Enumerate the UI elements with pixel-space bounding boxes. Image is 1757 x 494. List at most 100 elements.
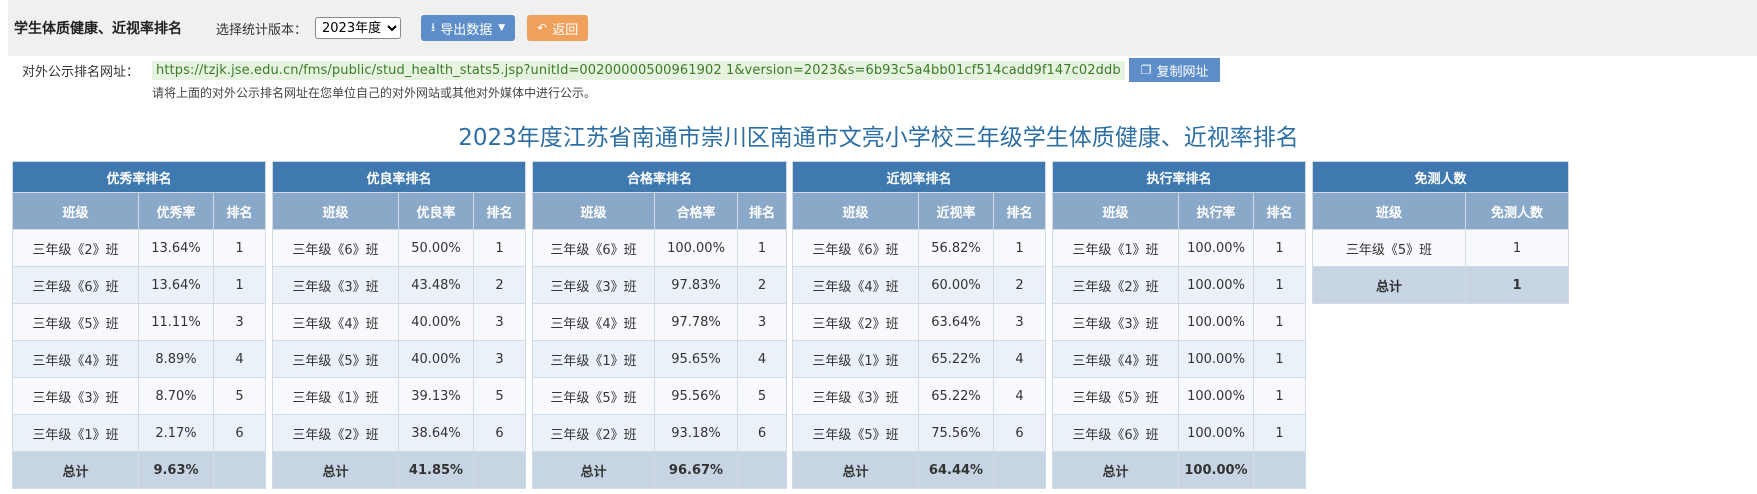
table-row: 三年级《2》班 63.64% 3	[792, 303, 1047, 341]
table-cell: 1	[212, 229, 267, 267]
export-data-label: 导出数据	[440, 22, 493, 38]
public-url-row: 对外公示排名网址： https://tzjk.jse.edu.cn/fms/pu…	[22, 58, 1221, 82]
total-cell: 100.00%	[1178, 451, 1254, 489]
column-header: 班级	[792, 192, 919, 230]
table-cell: 3	[472, 303, 527, 341]
table-cell: 三年级《6》班	[792, 229, 919, 267]
table-cell: 三年级《5》班	[272, 340, 399, 378]
column-header: 合格率	[654, 192, 738, 230]
table-cell: 56.82%	[918, 229, 994, 267]
table-cell: 1	[1252, 377, 1307, 415]
table-row: 三年级《2》班 100.00% 1	[1052, 266, 1307, 304]
table-cell: 三年级《5》班	[532, 377, 655, 415]
table-row: 三年级《3》班 100.00% 1	[1052, 303, 1307, 341]
table-row: 三年级《5》班 75.56% 6	[792, 414, 1047, 452]
column-header: 班级	[272, 192, 399, 230]
table-cell: 100.00%	[1178, 229, 1254, 267]
total-row: 总计 9.63%	[12, 451, 267, 489]
table-cell: 4	[992, 340, 1047, 378]
table-cell: 13.64%	[138, 229, 214, 267]
table-cell: 6	[472, 414, 527, 452]
version-select[interactable]: 2023年度	[315, 17, 402, 39]
table-cell: 3	[212, 303, 267, 341]
table-row: 三年级《3》班 43.48% 2	[272, 266, 527, 304]
table-cell: 93.18%	[654, 414, 738, 452]
total-row: 总计 96.67%	[532, 451, 788, 489]
table-cell: 100.00%	[1178, 377, 1254, 415]
table-row: 三年级《5》班 100.00% 1	[1052, 377, 1307, 415]
table-cell: 三年级《1》班	[1052, 229, 1179, 267]
public-url-hint: 请将上面的对外公示排名网址在您单位自己的对外网站或其他对外媒体中进行公示。	[152, 86, 597, 100]
table-cell: 40.00%	[398, 303, 474, 341]
table-row: 三年级《1》班 39.13% 5	[272, 377, 527, 415]
copy-url-label: 复制网址	[1156, 64, 1209, 80]
column-header: 排名	[472, 192, 527, 230]
table-cell: 1	[1252, 340, 1307, 378]
table-cell: 2	[736, 266, 788, 304]
table-row: 三年级《2》班 93.18% 6	[532, 414, 788, 452]
table-cell: 65.22%	[918, 340, 994, 378]
table-cell: 1	[1252, 229, 1307, 267]
table-cell: 100.00%	[1178, 266, 1254, 304]
table-cell: 100.00%	[654, 229, 738, 267]
total-cell: 总计	[1052, 451, 1179, 489]
table-cell: 100.00%	[1178, 303, 1254, 341]
table-cell: 三年级《1》班	[12, 414, 139, 452]
total-cell	[1252, 451, 1307, 489]
ranking-table: 优秀率排名 班级 优秀率 排名 三年级《2》班 13.64% 1 三年级《6》班 13.64% 1…	[11, 161, 267, 489]
table-cell: 1	[472, 229, 527, 267]
table-cell: 4	[992, 377, 1047, 415]
table-row: 三年级《1》班 100.00% 1	[1052, 229, 1307, 267]
table-row: 三年级《1》班 2.17% 6	[12, 414, 267, 452]
column-header: 近视率	[918, 192, 994, 230]
column-header: 优秀率	[138, 192, 214, 230]
public-url-text[interactable]: https://tzjk.jse.edu.cn/fms/public/stud_…	[152, 60, 1125, 80]
back-label: 返回	[552, 22, 579, 38]
column-header: 排名	[992, 192, 1047, 230]
table-cell: 1	[992, 229, 1047, 267]
total-cell: 9.63%	[138, 451, 214, 489]
table-cell: 三年级《3》班	[1052, 303, 1179, 341]
back-button[interactable]: ↶ 返回	[527, 15, 589, 41]
table-cell: 三年级《2》班	[12, 229, 139, 267]
total-cell	[736, 451, 788, 489]
table-row: 三年级《2》班 38.64% 6	[272, 414, 527, 452]
table-cell: 65.22%	[918, 377, 994, 415]
table-row: 三年级《3》班 8.70% 5	[12, 377, 267, 415]
total-cell: 总计	[532, 451, 655, 489]
copy-url-button[interactable]: ❐ 复制网址	[1128, 58, 1221, 82]
table-row: 三年级《4》班 97.78% 3	[532, 303, 788, 341]
table-cell: 43.48%	[398, 266, 474, 304]
table-cell: 三年级《6》班	[532, 229, 655, 267]
table-cell: 三年级《5》班	[1312, 229, 1466, 267]
table-cell: 2	[992, 266, 1047, 304]
caret-down-icon: ▼	[498, 23, 506, 33]
column-header: 优良率	[398, 192, 474, 230]
table-cell: 三年级《6》班	[1052, 414, 1179, 452]
table-row: 三年级《4》班 100.00% 1	[1052, 340, 1307, 378]
table-cell: 三年级《2》班	[1052, 266, 1179, 304]
table-row: 三年级《4》班 8.89% 4	[12, 340, 267, 378]
table-cell: 1	[1464, 229, 1570, 267]
table-cell: 三年级《5》班	[12, 303, 139, 341]
column-header: 执行率	[1178, 192, 1254, 230]
export-data-button[interactable]: ⭳ 导出数据 ▼	[421, 15, 516, 41]
table-cell: 三年级《1》班	[792, 340, 919, 378]
table-cell: 3	[992, 303, 1047, 341]
column-header: 班级	[1052, 192, 1179, 230]
total-cell: 总计	[12, 451, 139, 489]
column-header: 班级	[1312, 192, 1466, 230]
table-cell: 97.83%	[654, 266, 738, 304]
table-cell: 1	[212, 266, 267, 304]
version-label: 选择统计版本：	[216, 22, 308, 38]
table-cell: 三年级《1》班	[532, 340, 655, 378]
column-header: 排名	[212, 192, 267, 230]
table-cell: 三年级《4》班	[792, 266, 919, 304]
table-row: 三年级《5》班 1	[1312, 229, 1570, 267]
table-cell: 三年级《3》班	[532, 266, 655, 304]
ranking-table: 优良率排名 班级 优良率 排名 三年级《6》班 50.00% 1 三年级《3》班 43.48% 2…	[271, 161, 527, 489]
table-cell: 1	[1252, 266, 1307, 304]
table-cell: 75.56%	[918, 414, 994, 452]
column-header: 免测人数	[1464, 192, 1570, 230]
table-row: 三年级《1》班 65.22% 4	[792, 340, 1047, 378]
